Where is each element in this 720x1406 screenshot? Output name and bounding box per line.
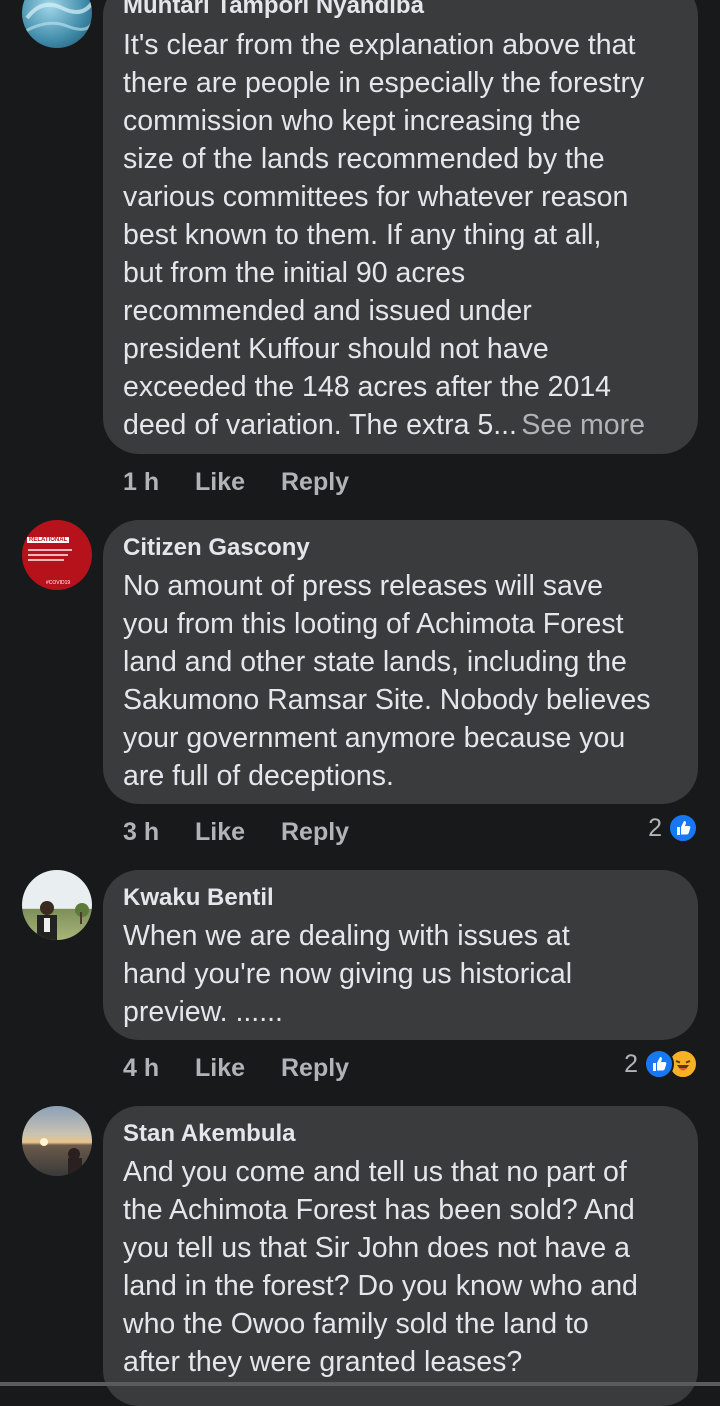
comment-author[interactable]: Stan Akembula — [123, 1120, 296, 1148]
like-button[interactable]: Like — [195, 1054, 281, 1083]
avatar-image — [37, 901, 89, 940]
reply-button[interactable]: Reply — [281, 468, 349, 497]
comment-actions: 1 h Like Reply — [123, 466, 349, 498]
comment-time[interactable]: 1 h — [123, 468, 195, 497]
avatar[interactable] — [22, 1106, 92, 1176]
like-button[interactable]: Like — [195, 818, 281, 847]
avatar-line — [28, 554, 68, 556]
comment-time[interactable]: 3 h — [123, 818, 195, 847]
reaction-count: 2 — [648, 813, 662, 842]
scroll-edge-divider — [0, 1382, 720, 1386]
comment-time[interactable]: 4 h — [123, 1054, 195, 1083]
reply-button[interactable]: Reply — [281, 818, 349, 847]
avatar-image — [40, 1138, 82, 1176]
comment-text: It's clear from the explanation above th… — [123, 29, 645, 441]
like-button[interactable]: Like — [195, 468, 281, 497]
reactions-summary[interactable]: 2 — [624, 1048, 698, 1080]
comment-bubble[interactable]: Citizen Gascony No amount of press relea… — [103, 520, 698, 804]
comment-text: No amount of press releases will save yo… — [123, 570, 651, 792]
comment-bubble[interactable]: Kwaku Bentil When we are dealing with is… — [103, 870, 698, 1040]
see-more-link[interactable]: See more — [521, 409, 645, 441]
reply-button[interactable]: Reply — [281, 1054, 349, 1083]
comment-author[interactable]: Kwaku Bentil — [123, 884, 274, 912]
comment-author[interactable]: Citizen Gascony — [123, 534, 310, 562]
comment-author[interactable]: Muntari Tampori Nyandiba — [123, 0, 424, 20]
thumbs-up-icon — [668, 813, 698, 843]
avatar-tag: #COVID19 — [46, 580, 71, 586]
avatar-image — [22, 1, 92, 35]
comment-actions: 4 h Like Reply — [123, 1052, 349, 1084]
avatar-line — [28, 549, 72, 551]
comment-bubble[interactable]: Muntari Tampori Nyandiba It's clear from… — [103, 0, 698, 454]
reaction-count: 2 — [624, 1049, 638, 1078]
comment-text: When we are dealing with issues at hand … — [123, 920, 573, 1028]
comment-actions: 3 h Like Reply — [123, 816, 349, 848]
avatar[interactable]: RELATIONAL #COVID19 — [22, 520, 92, 590]
avatar[interactable] — [22, 870, 92, 940]
avatar-line — [28, 559, 64, 561]
comment-bubble[interactable]: Stan Akembula And you come and tell us t… — [103, 1106, 698, 1406]
avatar[interactable] — [22, 0, 92, 48]
thumbs-up-icon — [644, 1049, 674, 1079]
reactions-summary[interactable]: 2 — [648, 812, 698, 844]
avatar-badge-text: RELATIONAL — [27, 537, 70, 543]
comment-text: And you come and tell us that no part of… — [123, 1156, 638, 1378]
